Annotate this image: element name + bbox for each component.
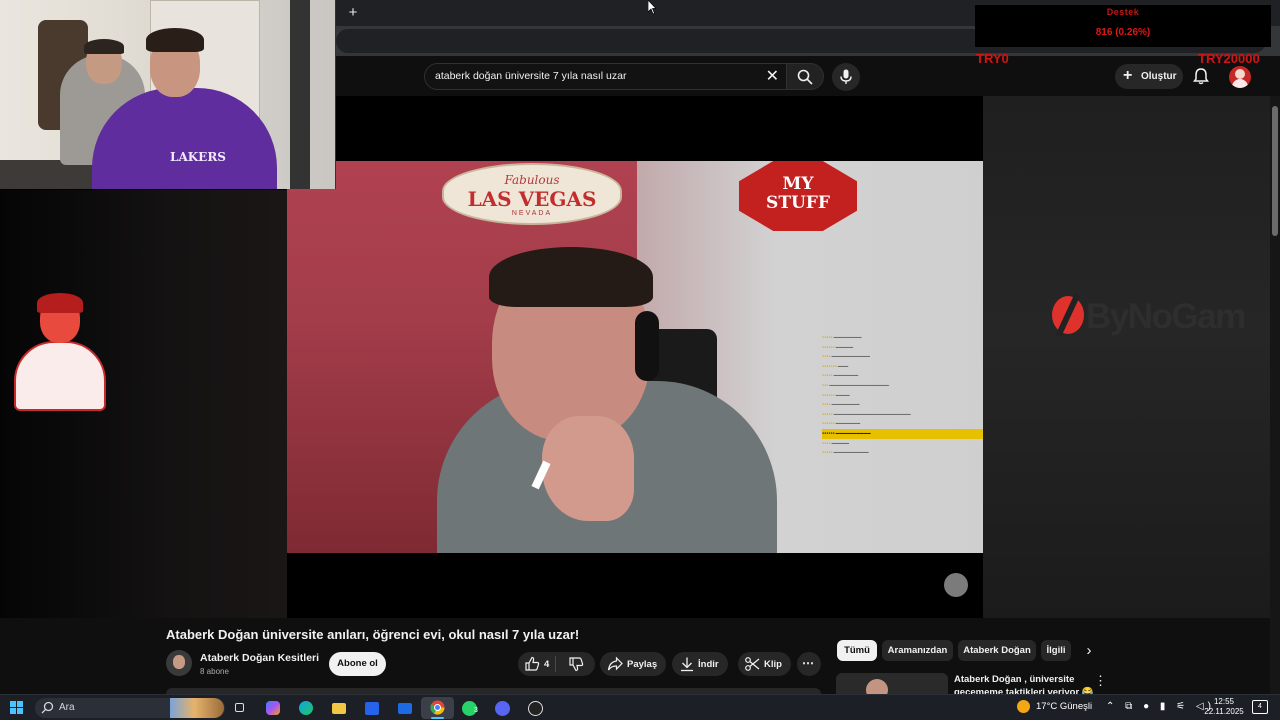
hoodie-print: LAKERS (170, 150, 226, 164)
copilot-icon[interactable] (262, 698, 284, 718)
donation-max: TRY20000 (1198, 51, 1260, 66)
download-button[interactable]: İndir (672, 652, 728, 676)
chip-related[interactable]: İlgili (1041, 640, 1071, 661)
close-icon[interactable]: ✕ (766, 67, 779, 87)
bell-icon[interactable] (1192, 67, 1210, 85)
kebab-menu-icon[interactable]: ⋮ (1094, 673, 1107, 689)
chat-message: ●●●● ▬▬▬▬▬▬▬▬ (822, 402, 860, 407)
recommended-video-thumbnail[interactable] (836, 673, 948, 694)
loading-spinner-icon (944, 573, 968, 597)
subscribe-button[interactable]: Abone ol (329, 652, 386, 676)
chat-message: ●●●●● ▬▬▬▬▬▬▬▬▬▬ (822, 450, 869, 455)
sun-icon (1017, 700, 1030, 713)
file-explorer-icon[interactable] (328, 698, 350, 718)
whatsapp-icon[interactable]: 3 (459, 698, 481, 718)
search-input[interactable]: ataberk doğan üniversite 7 yıla nasıl uz… (424, 63, 788, 90)
scissors-icon (745, 657, 760, 671)
obs-icon[interactable] (525, 698, 547, 718)
las-vegas-sign: Fabulous LAS VEGAS NEVADA (442, 163, 622, 225)
recommended-video-title[interactable]: Ataberk Doğan , üniversite geçememe takt… (954, 673, 1094, 694)
chat-message: ●●●●●●● ▬▬▬ (822, 363, 849, 368)
windows-taskbar: Ara 3 17°C Güneşli ⌃ ⧉ ● ▮ ⚟ ◁) 12:55 22… (0, 694, 1280, 720)
donation-goal-overlay: Destek 816 (0.26%) (975, 5, 1271, 47)
search-icon (797, 69, 813, 85)
channel-avatar[interactable] (166, 650, 192, 676)
account-avatar[interactable] (1229, 66, 1251, 88)
donation-amount: 816 (0.26%) (1095, 27, 1151, 38)
mouse-cursor-icon (648, 0, 656, 14)
stream-backdrop-right (983, 96, 1280, 618)
mail-icon[interactable] (394, 698, 416, 718)
like-count[interactable]: 4 (544, 659, 549, 670)
chrome-icon (430, 700, 445, 715)
discord-icon[interactable] (492, 698, 514, 718)
chrome-taskbar-button[interactable] (421, 697, 454, 719)
voice-search-button[interactable] (832, 63, 860, 91)
webcam-overlay: LAKERS (0, 0, 336, 189)
thumbs-up-icon[interactable] (524, 656, 540, 672)
whatsapp-badge: 3 (474, 707, 478, 714)
create-button[interactable]: + Oluştur (1115, 64, 1183, 89)
edge-icon[interactable] (295, 698, 317, 718)
new-tab-button[interactable]: + (345, 4, 361, 22)
headphones-icon (635, 311, 659, 381)
chat-message: ●●●● ▬▬▬▬▬▬▬▬▬▬▬ (822, 354, 870, 359)
mic-icon (840, 69, 852, 84)
windows-start-icon[interactable] (10, 701, 23, 714)
more-actions-button[interactable]: ⋯ (797, 652, 821, 676)
search-button[interactable] (786, 63, 824, 90)
chat-message: ●●●●●● ▬▬▬▬▬▬▬ (822, 421, 861, 426)
share-button[interactable]: Paylaş (600, 652, 666, 676)
search-query: ataberk doğan üniversite 7 yıla nasıl uz… (435, 70, 627, 82)
taskbar-search[interactable]: Ara (35, 698, 225, 718)
streamer-cartoon-logo (12, 293, 108, 413)
system-tray[interactable]: ⌃ ⧉ ● ▮ ⚟ ◁) (1106, 701, 1215, 712)
chat-message: ●●● ▬▬▬▬▬▬▬▬▬▬▬▬▬▬▬▬▬ (822, 382, 889, 387)
chat-message: ●●●●● ▬▬▬▬▬▬▬▬ (822, 335, 862, 339)
search-icon (41, 701, 54, 714)
store-icon[interactable] (361, 698, 383, 718)
page-scrollbar[interactable] (1270, 96, 1280, 694)
plus-icon: + (1123, 67, 1133, 84)
clip-button[interactable]: Klip (738, 652, 791, 676)
donation-label: Destek (1106, 7, 1140, 17)
taskbar-search-placeholder: Ara (59, 702, 75, 713)
create-label: Oluştur (1141, 71, 1177, 82)
share-icon (607, 656, 623, 671)
scrollbar-thumb[interactable] (1272, 106, 1278, 236)
notification-icon[interactable]: 4 (1252, 700, 1268, 714)
chat-message: ●●●●● ▬▬▬▬▬▬▬▬▬▬▬▬▬▬▬▬▬▬▬▬▬▬ (822, 411, 911, 416)
chip-all[interactable]: Tümü (837, 640, 877, 661)
like-dislike-group: 4 (518, 652, 595, 676)
chip-from-search[interactable]: Aramanızdan (882, 640, 953, 661)
donation-min: TRY0 (976, 51, 1009, 66)
chat-message: ●●●●●● ▬▬▬▬▬ (822, 344, 854, 349)
video-title: Ataberk Doğan üniversite anıları, öğrenc… (166, 627, 580, 642)
video-frame[interactable]: Fabulous LAS VEGAS NEVADA MY STUFF ●●●●●… (287, 161, 983, 553)
subscriber-count: 8 abone (200, 667, 229, 676)
chat-message: ●●●●● ▬▬▬▬▬▬▬ (822, 373, 859, 378)
thumbs-down-icon[interactable] (568, 656, 584, 672)
more-icon: ⋯ (802, 656, 814, 670)
weather-widget[interactable]: 17°C Güneşli (1017, 700, 1092, 713)
my-stuff-sign: MY STUFF (739, 161, 857, 231)
stream-chat-overlay: ●●●●● ▬▬▬▬▬▬▬▬ ●●●●●● ▬▬▬▬▬ ●●●● ▬▬▬▬▬▬▬… (822, 333, 983, 458)
search-highlight-art (170, 698, 224, 718)
chat-message-highlighted: ●●●●●● ▬▬▬▬▬▬▬▬▬▬ (822, 428, 983, 439)
chat-message: ●●●●●● ▬▬▬▬ (822, 392, 850, 397)
taskbar-clock[interactable]: 12:55 22.11.2025 (1201, 697, 1247, 717)
task-view-icon[interactable] (229, 698, 251, 718)
channel-name[interactable]: Ataberk Doğan Kesitleri (200, 652, 319, 664)
chevron-right-icon[interactable]: › (1080, 641, 1098, 661)
download-icon (681, 657, 693, 672)
chat-message: ●●●● ▬▬▬▬▬ (822, 440, 849, 445)
streamer-hand (542, 416, 634, 521)
chip-ataberk-dogan[interactable]: Ataberk Doğan (958, 640, 1036, 661)
